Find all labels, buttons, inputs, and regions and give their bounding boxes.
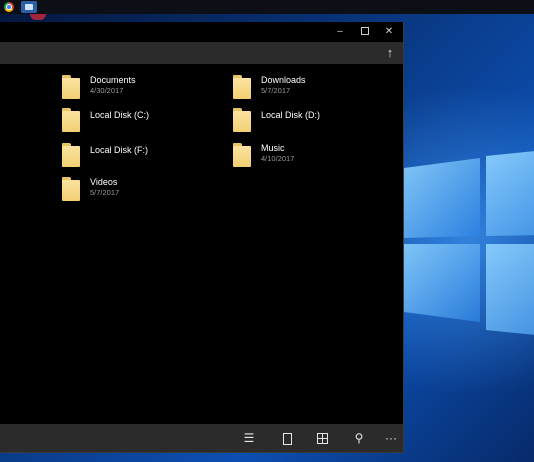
folder-date: 4/10/2017: [261, 154, 295, 163]
folder-name: Downloads: [261, 75, 306, 85]
maximize-icon: [361, 27, 369, 36]
command-bar: ☰ ⚲ ···: [0, 424, 403, 452]
drive-name: Local Disk (C:): [90, 110, 150, 120]
folder-date: 5/7/2017: [261, 86, 291, 95]
maximize-button[interactable]: [353, 22, 377, 42]
more-button[interactable]: ···: [380, 428, 402, 448]
folder-name: Documents: [90, 75, 136, 85]
title-bar: – ✕: [0, 22, 403, 42]
view-button[interactable]: [311, 428, 333, 448]
search-button[interactable]: ⚲: [348, 428, 370, 448]
taskbar: [0, 0, 534, 14]
drive-local-disk-f[interactable]: Local Disk (F:): [62, 143, 222, 173]
windows-logo-wallpaper: [404, 151, 534, 335]
folder-videos[interactable]: Videos 5/7/2017: [62, 177, 222, 207]
folder-icon: [62, 177, 80, 201]
up-arrow-button[interactable]: ↑: [379, 43, 401, 63]
close-button[interactable]: ✕: [377, 22, 401, 42]
folder-music[interactable]: Music 4/10/2017: [233, 143, 393, 173]
folder-downloads[interactable]: Downloads 5/7/2017: [233, 75, 393, 105]
address-bar: ↑: [0, 42, 403, 64]
paste-button[interactable]: [276, 428, 298, 448]
folder-icon: [62, 75, 80, 99]
drive-local-disk-c[interactable]: Local Disk (C:): [62, 108, 222, 138]
folder-documents[interactable]: Documents 4/30/2017: [62, 75, 222, 105]
select-button[interactable]: ☰: [238, 428, 260, 448]
search-icon: ⚲: [354, 431, 364, 445]
drive-local-disk-d[interactable]: Local Disk (D:): [233, 108, 393, 138]
folder-icon: [233, 75, 251, 99]
drive-name: Local Disk (F:): [90, 145, 149, 155]
folder-icon: [233, 143, 251, 167]
file-explorer-window: – ✕ ↑ Documents 4/30/2017 Downloads 5/7/…: [0, 22, 404, 453]
folder-icon: [62, 108, 80, 132]
grid-view-icon: [316, 433, 328, 445]
select-list-icon: ☰: [243, 431, 255, 445]
more-icon: ···: [385, 431, 397, 445]
folder-grid: Documents 4/30/2017 Downloads 5/7/2017 L…: [0, 64, 403, 424]
chrome-icon[interactable]: [3, 1, 15, 13]
folder-date: 4/30/2017: [90, 86, 124, 95]
drive-name: Local Disk (D:): [261, 110, 321, 120]
folder-date: 5/7/2017: [90, 188, 120, 197]
paste-icon: [282, 432, 292, 445]
folder-icon: [233, 108, 251, 132]
minimize-button[interactable]: –: [328, 22, 352, 42]
folder-icon: [62, 143, 80, 167]
files-app-icon[interactable]: [21, 1, 37, 13]
folder-name: Videos: [90, 177, 118, 187]
folder-name: Music: [261, 143, 285, 153]
